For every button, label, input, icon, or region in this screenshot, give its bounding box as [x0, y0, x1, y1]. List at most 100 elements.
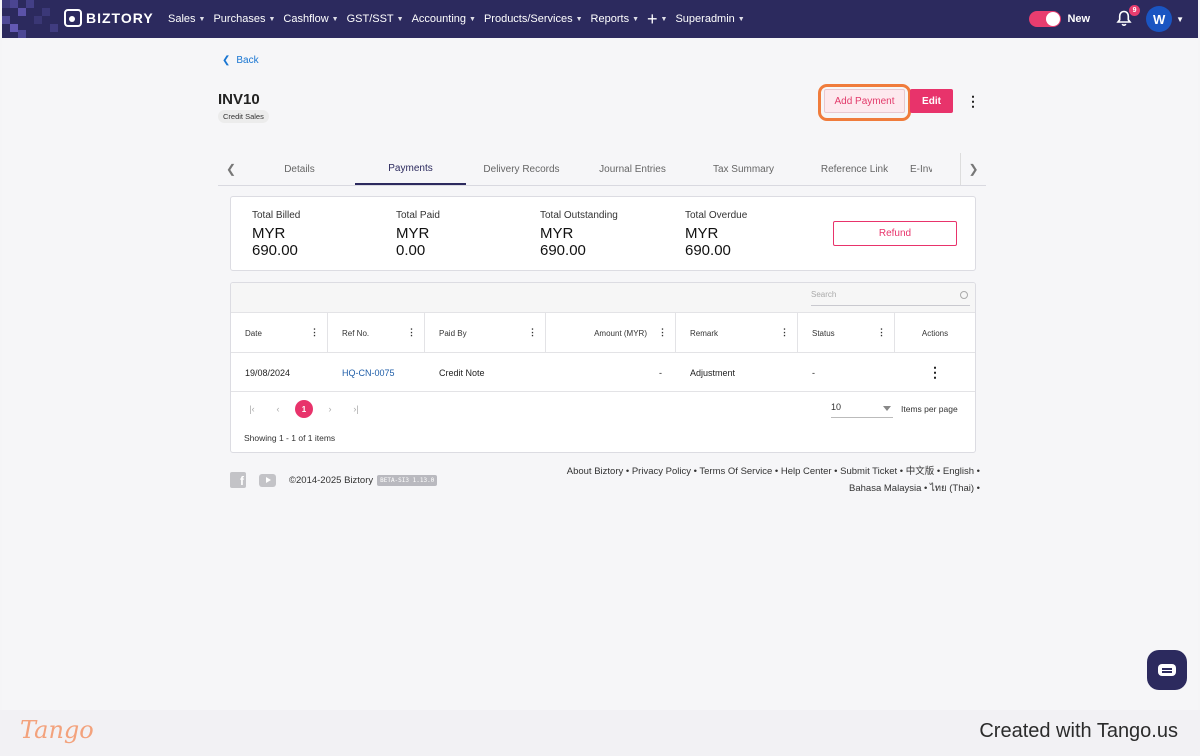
- tab-tax-summary[interactable]: Tax Summary: [688, 153, 799, 185]
- table-row: 19/08/2024 HQ-CN-0075 Credit Note - Adju…: [231, 353, 975, 392]
- prev-page-icon[interactable]: ‹: [265, 404, 291, 414]
- nav-label: Purchases: [213, 13, 266, 25]
- nav-label: Cashflow: [283, 13, 329, 25]
- copyright-text: ©2014-2025 Biztory: [289, 475, 374, 486]
- summary-label: Total Outstanding: [540, 210, 618, 221]
- cell-paid-by: Credit Note: [439, 367, 485, 378]
- column-label: Remark: [690, 328, 719, 338]
- page-title: INV10: [218, 91, 260, 108]
- column-label: Date: [245, 328, 262, 338]
- summary-label: Total Paid: [396, 210, 440, 221]
- more-options-icon[interactable]: ⋮: [966, 94, 980, 108]
- chat-support-button[interactable]: [1147, 650, 1187, 690]
- column-menu-icon[interactable]: ⋮: [310, 327, 319, 338]
- cell-ref-no-link[interactable]: HQ-CN-0075: [328, 353, 425, 392]
- nav-superadmin[interactable]: Superadmin ▼: [675, 13, 744, 25]
- nav-purchases[interactable]: Purchases ▼: [213, 13, 275, 25]
- nav-products-services[interactable]: Products/Services ▼: [484, 13, 583, 25]
- plus-icon: +: [647, 9, 658, 29]
- column-label: Status: [812, 328, 835, 338]
- nav-label: Accounting: [411, 13, 467, 25]
- payment-summary-card: Total Billed MYR 690.00 Total Paid MYR 0…: [230, 196, 976, 271]
- column-header-status[interactable]: Status ⋮: [798, 313, 895, 353]
- footer-links-line[interactable]: Bahasa Malaysia • ไทย (Thai) •: [562, 480, 980, 497]
- column-header-remark[interactable]: Remark ⋮: [676, 313, 798, 353]
- column-menu-icon[interactable]: ⋮: [407, 327, 416, 338]
- row-actions-cell: ⋮: [895, 353, 975, 392]
- add-payment-button[interactable]: Add Payment: [824, 89, 905, 113]
- search-input[interactable]: Search: [811, 288, 970, 306]
- column-header-paid-by[interactable]: Paid By ⋮: [425, 313, 546, 353]
- biztory-logo[interactable]: BIZTORY: [64, 9, 154, 27]
- caret-down-icon: ▼: [396, 15, 404, 23]
- search-icon: [960, 291, 968, 299]
- nav-gst-sst[interactable]: GST/SST ▼: [347, 13, 404, 25]
- user-avatar[interactable]: W: [1146, 6, 1173, 32]
- nav-label: Products/Services: [483, 13, 573, 25]
- biztory-logo-icon: [64, 9, 82, 27]
- first-page-icon[interactable]: |‹: [239, 404, 265, 414]
- tab-e-invoice[interactable]: E-Inv: [910, 153, 932, 185]
- chevron-down-icon[interactable]: ▼: [1176, 15, 1184, 24]
- column-label: Amount (MYR): [594, 328, 647, 338]
- summary-total-billed: Total Billed MYR 690.00: [252, 210, 300, 259]
- column-header-amount[interactable]: Amount (MYR) ⋮: [546, 313, 676, 353]
- summary-amount: 690.00: [252, 242, 298, 259]
- items-per-page-label: Items per page: [901, 404, 958, 414]
- facebook-icon[interactable]: f: [230, 472, 246, 488]
- row-actions-icon[interactable]: ⋮: [928, 364, 942, 381]
- tab-reference-link[interactable]: Reference Link: [799, 153, 910, 185]
- tab-journal-entries[interactable]: Journal Entries: [577, 153, 688, 185]
- summary-total-paid: Total Paid MYR 0.00: [396, 210, 440, 259]
- nav-sales[interactable]: Sales ▼: [168, 13, 205, 25]
- chat-bubble-icon: [1158, 664, 1176, 676]
- back-link[interactable]: ❮ Back: [222, 55, 259, 66]
- summary-label: Total Overdue: [685, 210, 748, 221]
- showing-items-text: Showing 1 - 1 of 1 items: [244, 433, 336, 443]
- page-button-current[interactable]: 1: [295, 400, 313, 418]
- column-header-ref-no[interactable]: Ref No. ⋮: [328, 313, 425, 353]
- notifications-button[interactable]: 9: [1116, 5, 1141, 28]
- edit-button[interactable]: Edit: [910, 89, 953, 113]
- items-per-page-select[interactable]: 10: [831, 400, 893, 418]
- column-menu-icon[interactable]: ⋮: [528, 327, 537, 338]
- column-menu-icon[interactable]: ⋮: [658, 327, 667, 338]
- cell-status: -: [812, 367, 815, 378]
- nav-reports[interactable]: Reports ▼: [591, 13, 639, 25]
- refund-button[interactable]: Refund: [833, 221, 957, 246]
- social-links: f: [230, 472, 276, 488]
- column-header-date[interactable]: Date ⋮: [231, 313, 328, 353]
- caret-down-icon: ▼: [268, 15, 276, 23]
- column-menu-icon[interactable]: ⋮: [780, 327, 789, 338]
- column-menu-icon[interactable]: ⋮: [877, 327, 886, 338]
- tabs-scroll-left-icon[interactable]: ❮: [218, 153, 244, 185]
- tango-logo: Tango: [20, 716, 94, 744]
- column-label: Paid By: [439, 328, 467, 338]
- tab-payments[interactable]: Payments: [355, 153, 466, 185]
- caret-down-icon: ▼: [632, 15, 640, 23]
- items-per-page-value: 10: [831, 402, 842, 412]
- caret-down-icon: ▼: [469, 15, 476, 23]
- header-tools: New 9 W ▼: [1029, 5, 1184, 32]
- tab-delivery-records[interactable]: Delivery Records: [466, 153, 577, 185]
- next-page-icon[interactable]: ›: [317, 404, 343, 414]
- nav-quick-add[interactable]: + ▼: [647, 10, 667, 28]
- nav-cashflow[interactable]: Cashflow ▼: [283, 13, 338, 25]
- cell-date: 19/08/2024: [245, 367, 291, 378]
- tab-details[interactable]: Details: [244, 153, 355, 185]
- nav-accounting[interactable]: Accounting ▼: [412, 13, 476, 25]
- nav-label: Superadmin: [675, 13, 735, 25]
- column-label: Actions: [921, 328, 949, 338]
- tabs-scroll-right-icon[interactable]: ❯: [960, 153, 986, 185]
- summary-currency: MYR: [396, 225, 430, 242]
- last-page-icon[interactable]: ›|: [343, 404, 369, 414]
- footer-links[interactable]: About Biztory • Privacy Policy • Terms O…: [562, 463, 980, 497]
- footer-links-line[interactable]: About Biztory • Privacy Policy • Terms O…: [562, 463, 980, 480]
- invoice-tabs: ❮ Details Payments Delivery Records Jour…: [218, 153, 986, 186]
- new-ui-toggle[interactable]: [1029, 11, 1062, 27]
- caret-down-icon: ▼: [737, 15, 745, 23]
- youtube-icon[interactable]: [259, 473, 276, 487]
- toggle-label: New: [1067, 13, 1091, 25]
- summary-currency: MYR: [252, 225, 286, 242]
- brand-name: BIZTORY: [86, 10, 154, 26]
